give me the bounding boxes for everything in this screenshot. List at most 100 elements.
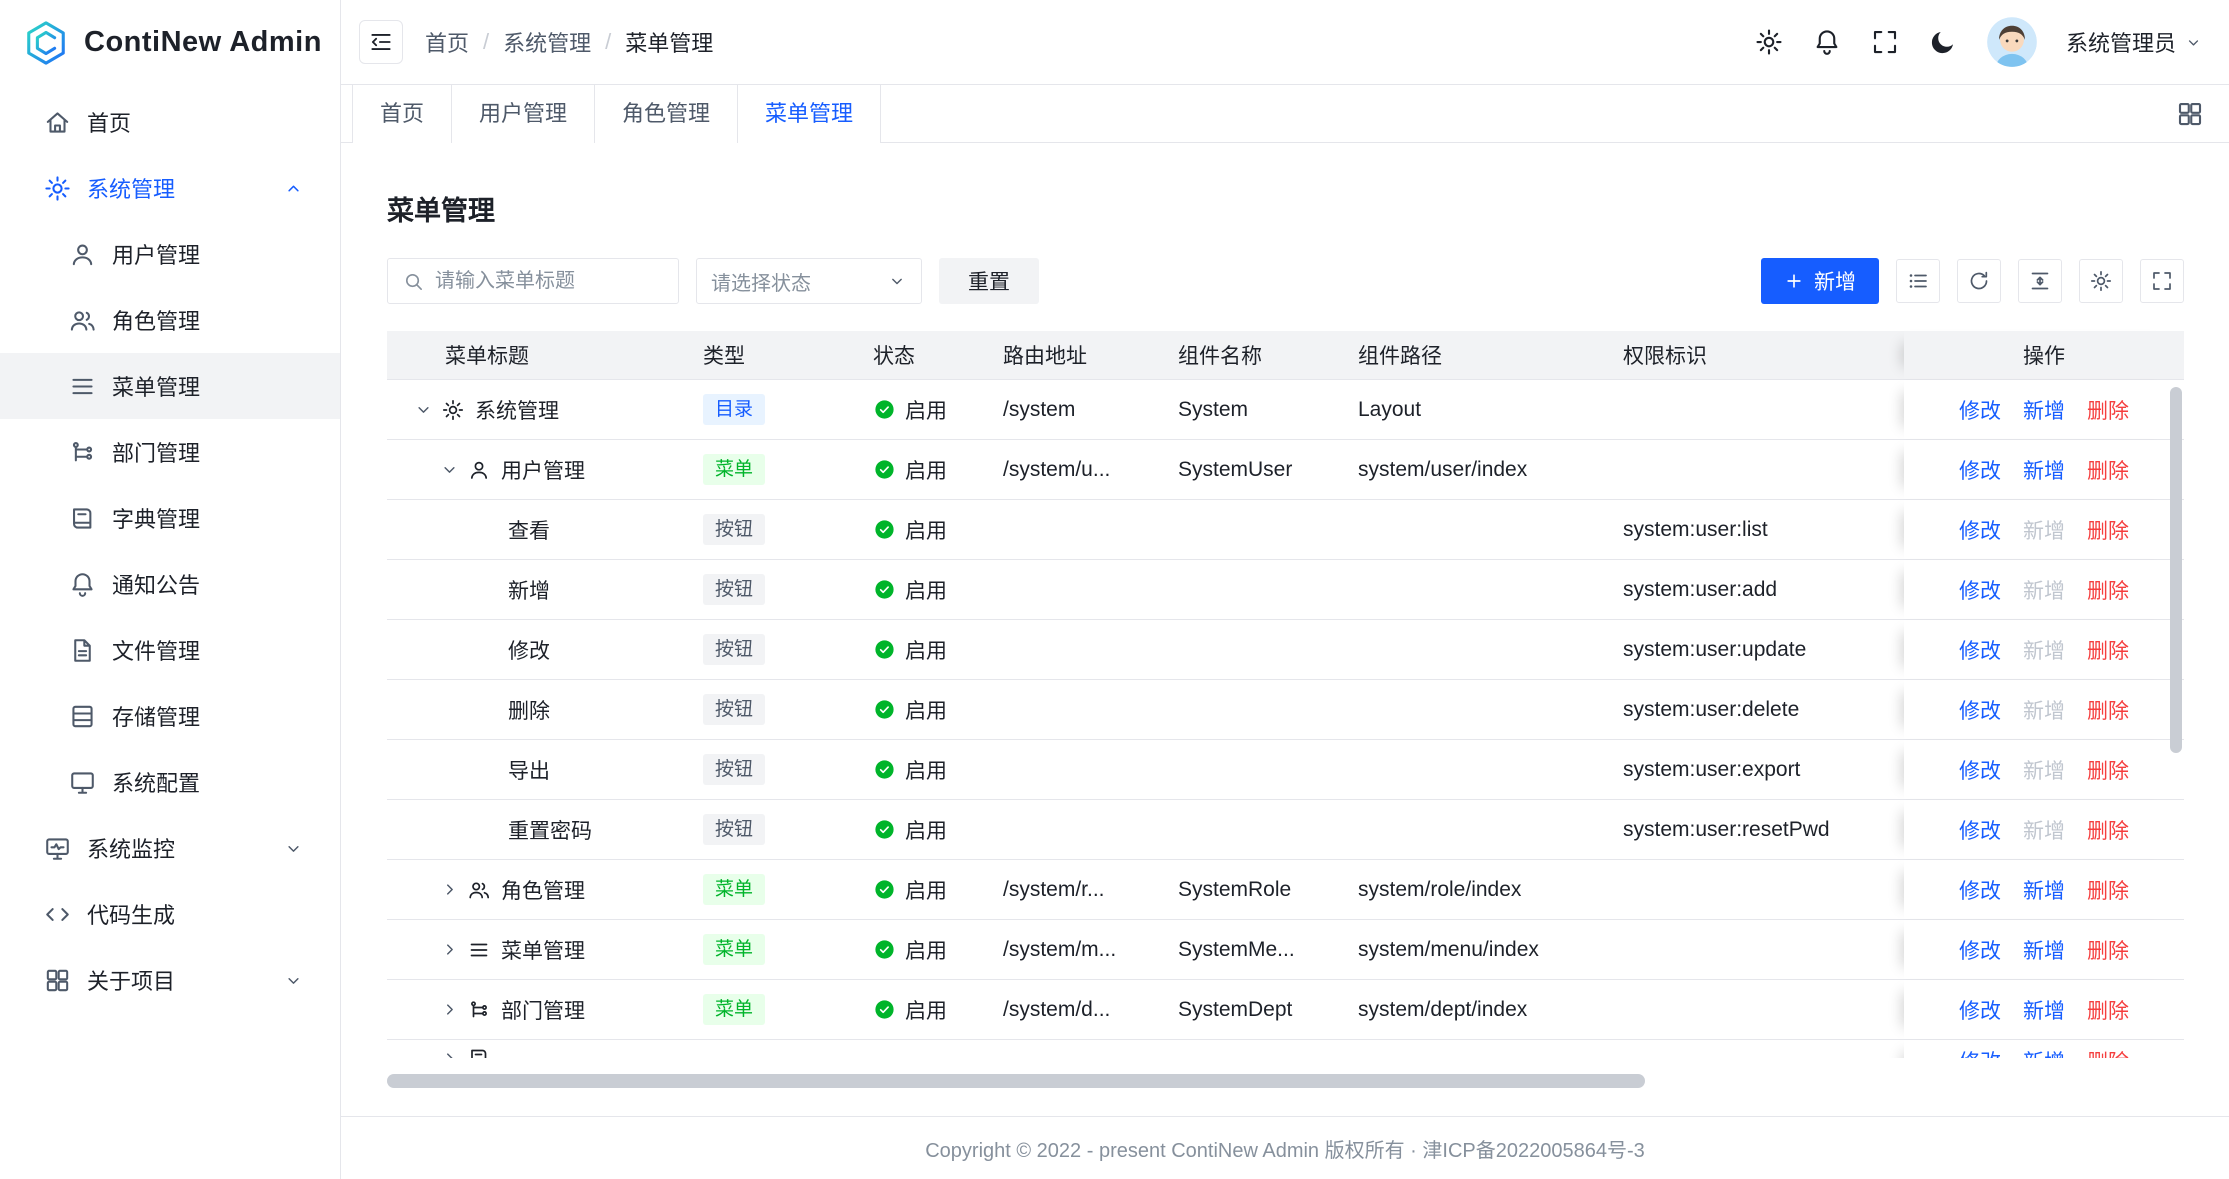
cell-route bbox=[987, 740, 1162, 799]
delete-link[interactable]: 删除 bbox=[2087, 935, 2129, 965]
check-circle-icon bbox=[873, 938, 896, 961]
cell-title: 菜单管理 bbox=[387, 920, 687, 979]
edit-link[interactable]: 修改 bbox=[1959, 755, 2001, 785]
sidebar-item-file-management[interactable]: 文件管理 bbox=[0, 617, 340, 683]
app-logo[interactable]: ContiNew Admin bbox=[0, 0, 340, 85]
type-badge: 按钮 bbox=[703, 634, 765, 665]
column-settings-button[interactable] bbox=[2079, 259, 2123, 303]
sidebar-item-storage-management[interactable]: 存储管理 bbox=[0, 683, 340, 749]
edit-link[interactable]: 修改 bbox=[1959, 815, 2001, 845]
expand-chevron-icon[interactable] bbox=[437, 998, 461, 1022]
delete-link[interactable]: 删除 bbox=[2087, 455, 2129, 485]
breadcrumb-item-home[interactable]: 首页 bbox=[425, 26, 469, 58]
avatar[interactable] bbox=[1986, 16, 2038, 68]
edit-link[interactable]: 修改 bbox=[1959, 455, 2001, 485]
sidebar-item-dict-management[interactable]: 字典管理 bbox=[0, 485, 340, 551]
edit-link[interactable]: 修改 bbox=[1959, 995, 2001, 1025]
collapse-chevron-icon[interactable] bbox=[437, 458, 461, 482]
fullscreen-icon[interactable] bbox=[1870, 27, 1900, 57]
add-button[interactable]: 新增 bbox=[1761, 258, 1879, 304]
tab-role-management[interactable]: 角色管理 bbox=[595, 85, 738, 143]
edit-link[interactable]: 修改 bbox=[1959, 695, 2001, 725]
delete-link[interactable]: 删除 bbox=[2087, 995, 2129, 1025]
sidebar-item-dept-management[interactable]: 部门管理 bbox=[0, 419, 340, 485]
cell-component-name bbox=[1162, 740, 1342, 799]
col-component-path: 组件路径 bbox=[1342, 331, 1607, 379]
row-height-button[interactable] bbox=[2018, 259, 2062, 303]
cell-permission: system:user:list bbox=[1607, 500, 1904, 559]
gear-icon[interactable] bbox=[1754, 27, 1784, 57]
edit-link[interactable]: 修改 bbox=[1959, 575, 2001, 605]
main-area: 首页 / 系统管理 / 菜单管理 bbox=[341, 0, 2229, 1179]
check-circle-icon bbox=[873, 818, 896, 841]
vertical-scrollbar-thumb[interactable] bbox=[2170, 387, 2182, 753]
delete-link: 删除 bbox=[2087, 1046, 2129, 1058]
delete-link[interactable]: 删除 bbox=[2087, 755, 2129, 785]
add-link[interactable]: 新增 bbox=[2023, 935, 2065, 965]
edit-link[interactable]: 修改 bbox=[1959, 935, 2001, 965]
delete-link[interactable]: 删除 bbox=[2087, 635, 2129, 665]
edit-link[interactable]: 修改 bbox=[1959, 515, 2001, 545]
expand-chevron-icon[interactable] bbox=[437, 878, 461, 902]
delete-link[interactable]: 删除 bbox=[2087, 815, 2129, 845]
edit-link[interactable]: 修改 bbox=[1959, 395, 2001, 425]
add-link[interactable]: 新增 bbox=[2023, 395, 2065, 425]
sidebar-item-system-config[interactable]: 系统配置 bbox=[0, 749, 340, 815]
top-bar: 首页 / 系统管理 / 菜单管理 bbox=[341, 0, 2229, 85]
tab-home[interactable]: 首页 bbox=[352, 85, 452, 143]
tab-user-management[interactable]: 用户管理 bbox=[452, 85, 595, 143]
delete-link[interactable]: 删除 bbox=[2087, 395, 2129, 425]
tree-icon bbox=[467, 998, 491, 1022]
cell-title: 导出 bbox=[387, 740, 687, 799]
cell-component-name bbox=[1162, 500, 1342, 559]
menu-title: 系统管理 bbox=[475, 395, 559, 425]
reset-button[interactable]: 重置 bbox=[939, 258, 1039, 304]
add-link[interactable]: 新增 bbox=[2023, 875, 2065, 905]
sidebar-item-notice[interactable]: 通知公告 bbox=[0, 551, 340, 617]
edit-link[interactable]: 修改 bbox=[1959, 875, 2001, 905]
col-status: 状态 bbox=[857, 331, 987, 379]
user-menu[interactable]: 系统管理员 bbox=[2066, 26, 2203, 58]
sidebar-item-system-monitor[interactable]: 系统监控 bbox=[0, 815, 340, 881]
tab-menu-management[interactable]: 菜单管理 bbox=[738, 85, 881, 143]
sidebar-item-system-management[interactable]: 系统管理 bbox=[0, 155, 340, 221]
user-name: 系统管理员 bbox=[2066, 26, 2176, 58]
delete-link[interactable]: 删除 bbox=[2087, 875, 2129, 905]
breadcrumb-item-system[interactable]: 系统管理 bbox=[503, 26, 591, 58]
sidebar-item-code-generation[interactable]: 代码生成 bbox=[0, 881, 340, 947]
add-link-disabled: 新增 bbox=[2023, 515, 2065, 545]
search-input[interactable] bbox=[435, 270, 664, 293]
edit-link[interactable]: 修改 bbox=[1959, 635, 2001, 665]
moon-icon[interactable] bbox=[1928, 27, 1958, 57]
horizontal-scrollbar-thumb[interactable] bbox=[387, 1074, 1645, 1088]
sidebar-item-about[interactable]: 关于项目 bbox=[0, 947, 340, 1013]
add-link[interactable]: 新增 bbox=[2023, 995, 2065, 1025]
status-select[interactable]: 请选择状态 bbox=[696, 258, 922, 304]
delete-link[interactable]: 删除 bbox=[2087, 575, 2129, 605]
delete-link[interactable]: 删除 bbox=[2087, 515, 2129, 545]
sidebar-item-label: 系统配置 bbox=[112, 766, 200, 798]
collapse-chevron-icon[interactable] bbox=[411, 398, 435, 422]
cell-operations: 修改 新增 删除 bbox=[1904, 980, 2184, 1039]
refresh-button[interactable] bbox=[1957, 259, 2001, 303]
book-icon bbox=[467, 1046, 491, 1058]
menu-fold-button[interactable] bbox=[359, 20, 403, 64]
cell-route bbox=[987, 560, 1162, 619]
tab-layout-grid-icon[interactable] bbox=[2175, 99, 2205, 129]
cell-component-path bbox=[1342, 620, 1607, 679]
sidebar-item-user-management[interactable]: 用户管理 bbox=[0, 221, 340, 287]
delete-link[interactable]: 删除 bbox=[2087, 695, 2129, 725]
status-label: 启用 bbox=[905, 395, 947, 425]
sidebar-item-role-management[interactable]: 角色管理 bbox=[0, 287, 340, 353]
sidebar-item-home[interactable]: 首页 bbox=[0, 89, 340, 155]
cell-permission: system:user:export bbox=[1607, 740, 1904, 799]
batch-actions-button[interactable] bbox=[1896, 259, 1940, 303]
bell-icon[interactable] bbox=[1812, 27, 1842, 57]
expand-chevron-icon[interactable] bbox=[437, 938, 461, 962]
sidebar-item-menu-management[interactable]: 菜单管理 bbox=[0, 353, 340, 419]
table-fullscreen-button[interactable] bbox=[2140, 259, 2184, 303]
cell-component-path: system/dept/index bbox=[1342, 980, 1607, 1039]
add-link[interactable]: 新增 bbox=[2023, 455, 2065, 485]
menu-title: 新增 bbox=[411, 575, 550, 605]
sidebar-item-label: 文件管理 bbox=[112, 634, 200, 666]
